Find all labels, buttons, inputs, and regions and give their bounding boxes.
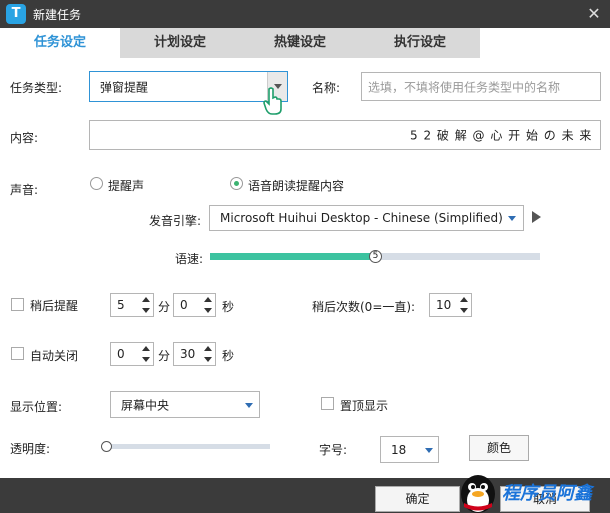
close-button[interactable]: ✕	[582, 2, 606, 26]
topmost-label[interactable]: 置顶显示	[340, 397, 388, 414]
autoclose-minutes-stepper[interactable]: 0	[110, 342, 154, 366]
name-placeholder: 选填，不填将使用任务类型中的名称	[368, 80, 561, 94]
engine-select[interactable]: Microsoft Huihui Desktop - Chinese (Simp…	[209, 205, 524, 231]
chevron-down-icon	[508, 216, 516, 221]
speed-slider-fill	[210, 253, 375, 260]
snooze-sec-unit: 秒	[222, 300, 235, 314]
tab-bar: 任务设定 计划设定 热键设定 执行设定	[0, 28, 610, 58]
position-label: 显示位置:	[10, 400, 63, 414]
watermark-text: 程序员阿鑫	[502, 483, 592, 504]
speed-label: 语速:	[175, 252, 204, 266]
play-icon[interactable]	[532, 211, 541, 223]
snooze-checkbox[interactable]	[11, 298, 24, 311]
snooze-count-value: 10	[436, 298, 452, 312]
speed-slider-knob[interactable]: 5	[369, 250, 382, 263]
tab-task-settings[interactable]: 任务设定	[0, 28, 120, 58]
autoclose-sec-unit: 秒	[222, 349, 235, 363]
autoclose-label[interactable]: 自动关闭	[30, 347, 78, 364]
stepper-down-icon[interactable]	[142, 308, 150, 313]
sound-beep-radio[interactable]	[90, 177, 103, 190]
task-type-label: 任务类型:	[10, 81, 63, 95]
title-bar: T 新建任务 ✕	[0, 0, 610, 28]
snooze-seconds-value: 0	[180, 298, 188, 312]
ok-button[interactable]: 确定	[375, 486, 460, 512]
autoclose-seconds-value: 30	[180, 347, 196, 361]
opacity-slider-knob[interactable]	[101, 441, 112, 452]
sound-tts-radio[interactable]	[230, 177, 243, 190]
autoclose-seconds-stepper[interactable]: 30	[173, 342, 216, 366]
tab-schedule-settings[interactable]: 计划设定	[120, 28, 240, 58]
sound-label: 声音:	[10, 183, 39, 197]
app-logo-icon: T	[6, 4, 26, 24]
task-type-value: 弹窗提醒	[100, 80, 149, 94]
snooze-count-label: 稍后次数(0=一直):	[312, 300, 416, 314]
sound-tts-label[interactable]: 语音朗读提醒内容	[248, 177, 344, 194]
content-value: 5 2 破 解 @ 心 开 始 の 未 来	[410, 128, 593, 143]
autoclose-minutes-value: 0	[117, 347, 125, 361]
opacity-slider-track[interactable]	[103, 444, 270, 449]
stepper-down-icon[interactable]	[460, 308, 468, 313]
snooze-min-unit: 分	[158, 300, 171, 314]
penguin-logo-icon	[461, 475, 495, 513]
name-label: 名称:	[312, 81, 341, 95]
tab-execution-settings[interactable]: 执行设定	[360, 28, 480, 58]
position-select[interactable]: 屏幕中央	[110, 391, 260, 418]
opacity-label: 透明度:	[10, 442, 51, 456]
snooze-minutes-stepper[interactable]: 5	[110, 293, 154, 317]
autoclose-checkbox[interactable]	[11, 347, 24, 360]
name-input[interactable]: 选填，不填将使用任务类型中的名称	[361, 72, 601, 101]
stepper-up-icon[interactable]	[142, 346, 150, 351]
stepper-down-icon[interactable]	[204, 357, 212, 362]
tab-hotkey-settings[interactable]: 热键设定	[240, 28, 360, 58]
snooze-label[interactable]: 稍后提醒	[30, 297, 78, 314]
chevron-down-icon	[425, 448, 433, 453]
fontsize-value: 18	[391, 442, 407, 457]
color-button[interactable]: 颜色	[469, 435, 529, 461]
fontsize-label: 字号:	[319, 443, 348, 457]
sound-beep-label[interactable]: 提醒声	[108, 177, 144, 194]
snooze-count-stepper[interactable]: 10	[429, 293, 472, 317]
chevron-down-icon	[245, 403, 253, 408]
engine-label: 发音引擎:	[149, 214, 202, 228]
content-input[interactable]: 5 2 破 解 @ 心 开 始 の 未 来	[89, 120, 601, 150]
content-label: 内容:	[10, 131, 39, 145]
fontsize-select[interactable]: 18	[380, 436, 439, 463]
engine-value: Microsoft Huihui Desktop - Chinese (Simp…	[220, 211, 503, 225]
stepper-up-icon[interactable]	[204, 297, 212, 302]
hand-cursor-icon	[263, 87, 282, 115]
stepper-up-icon[interactable]	[204, 346, 212, 351]
stepper-up-icon[interactable]	[142, 297, 150, 302]
snooze-minutes-value: 5	[117, 298, 125, 312]
task-type-select[interactable]: 弹窗提醒	[89, 71, 288, 102]
position-value: 屏幕中央	[121, 398, 170, 412]
stepper-down-icon[interactable]	[142, 357, 150, 362]
topmost-checkbox[interactable]	[321, 397, 334, 410]
autoclose-min-unit: 分	[158, 349, 171, 363]
snooze-seconds-stepper[interactable]: 0	[173, 293, 216, 317]
stepper-up-icon[interactable]	[460, 297, 468, 302]
stepper-down-icon[interactable]	[204, 308, 212, 313]
window-title: 新建任务	[33, 8, 82, 22]
